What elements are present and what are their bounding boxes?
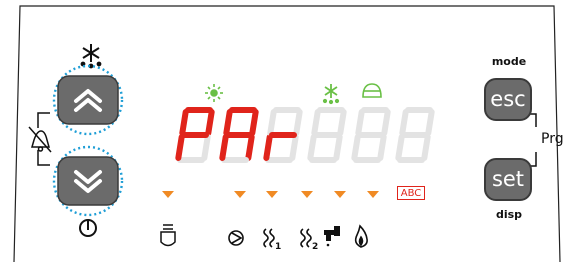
esc-button[interactable]: esc <box>484 78 532 121</box>
digit-6-segment-e <box>395 134 405 161</box>
status-leds <box>162 191 379 198</box>
digit-1-segment-e <box>175 134 185 161</box>
mode-label: mode <box>491 55 527 68</box>
status-led-3 <box>266 191 278 198</box>
status-led-1 <box>162 191 174 198</box>
heater-1-index: 1 <box>275 242 281 252</box>
digit-6-segment-b <box>425 109 435 136</box>
digit-4-segment-c <box>333 134 343 161</box>
tap-icon <box>324 226 340 247</box>
power-icon <box>79 219 97 237</box>
digit-3-segment-f <box>267 109 277 136</box>
heater-2-icon <box>300 228 312 248</box>
abc-indicator: ABC <box>397 186 425 200</box>
disp-label: disp <box>495 208 523 221</box>
sun-icon <box>205 84 223 102</box>
digit-2-segment-f <box>223 109 233 136</box>
right-combo-bracket <box>528 113 537 167</box>
bell-alarm-icon <box>362 83 382 98</box>
prg-label: Prg <box>541 131 564 147</box>
status-led-6 <box>367 191 379 198</box>
alarm-mute-icon <box>28 126 52 153</box>
digit-2-segment-b <box>249 109 259 136</box>
down-button[interactable] <box>57 156 119 206</box>
digit-6-segment-f <box>399 109 409 136</box>
digit-3-segment-c <box>289 134 299 161</box>
snowflake-icon <box>80 44 102 69</box>
digit-3-segment-b <box>293 109 303 136</box>
digit-1-segment-b <box>205 109 215 136</box>
digit-3-segment-e <box>263 134 273 161</box>
seven-segment-display <box>175 107 435 163</box>
status-led-4 <box>301 191 313 198</box>
digit-5-segment-f <box>355 109 365 136</box>
digit-6-segment-c <box>421 134 431 161</box>
digit-5-segment-c <box>377 134 387 161</box>
digit-1-segment-c <box>201 134 211 161</box>
digit-4-segment-f <box>311 109 321 136</box>
digit-2-segment-e <box>219 134 229 161</box>
set-button[interactable]: set <box>484 158 532 201</box>
cylinder-icon <box>160 224 176 247</box>
compressor-icon <box>228 230 244 246</box>
digit-4-segment-e <box>307 134 317 161</box>
snowflake-indicator-icon <box>322 84 340 105</box>
digit-1-segment-f <box>179 109 189 136</box>
digit-5-segment-b <box>381 109 391 136</box>
digit-5-segment-e <box>351 134 361 161</box>
up-button[interactable] <box>57 75 119 125</box>
flame-icon <box>354 224 368 248</box>
digit-4-segment-b <box>337 109 347 136</box>
status-led-5 <box>334 191 346 198</box>
status-led-2 <box>234 191 246 198</box>
digit-2-segment-c <box>245 134 255 161</box>
heater-2-index: 2 <box>312 242 318 252</box>
controller-panel: 1 2 ABC mode esc Prg set disp <box>0 0 574 265</box>
heater-1-icon <box>263 228 275 248</box>
